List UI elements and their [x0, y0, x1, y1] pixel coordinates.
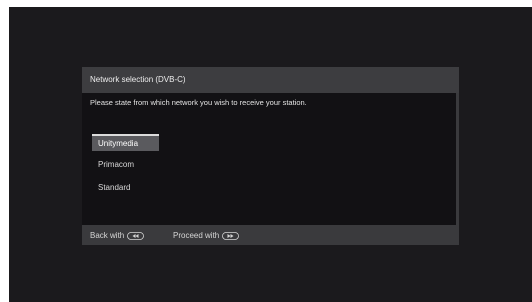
dialog-title: Network selection (DVB-C) — [82, 67, 459, 93]
network-option-label: Primacom — [98, 160, 135, 169]
network-selection-dialog: Network selection (DVB-C) Please state f… — [82, 67, 459, 245]
dialog-prompt: Please state from which network you wish… — [90, 98, 307, 107]
proceed-hint-label: Proceed with — [173, 231, 220, 240]
fast-forward-button-icon — [222, 231, 240, 240]
rewind-button-icon — [127, 231, 145, 240]
network-option-standard[interactable]: Standard — [92, 179, 159, 196]
back-hint: Back with — [90, 231, 145, 240]
network-option-label: Standard — [98, 183, 131, 192]
network-option-label: Unitymedia — [98, 139, 139, 148]
back-hint-label: Back with — [90, 231, 125, 240]
dialog-body: Please state from which network you wish… — [82, 93, 456, 225]
dialog-footer: Back with Proceed with — [82, 225, 459, 245]
tv-screen: Network selection (DVB-C) Please state f… — [9, 7, 532, 302]
network-option-unitymedia[interactable]: Unitymedia — [92, 134, 159, 151]
proceed-hint: Proceed with — [173, 231, 240, 240]
network-option-primacom[interactable]: Primacom — [92, 156, 159, 173]
